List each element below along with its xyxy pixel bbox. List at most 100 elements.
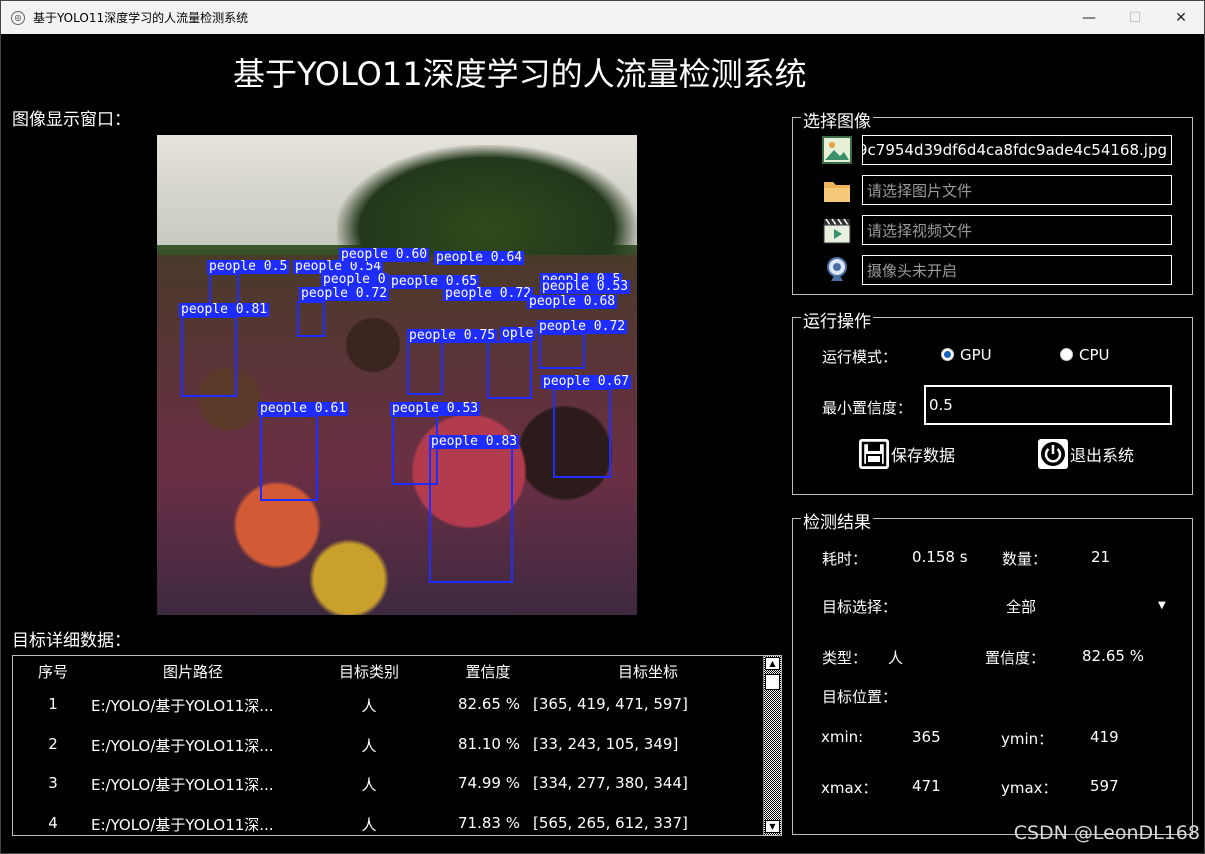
maximize-icon: ☐ bbox=[1128, 9, 1142, 26]
cell-coords: [365, 419, 471, 597] bbox=[533, 695, 688, 713]
cell-class: 人 bbox=[361, 776, 377, 794]
app-window: ◎ 基于YOLO11深度学习的人流量检测系统 — ☐ ✕ 基于YOLO11深度学… bbox=[0, 0, 1205, 854]
col-header-class[interactable]: 目标类别 bbox=[329, 661, 409, 682]
chevron-down-icon: ▼ bbox=[769, 822, 776, 831]
bbox bbox=[181, 316, 237, 397]
app-title: 基于YOLO11深度学习的人流量检测系统 bbox=[233, 55, 807, 93]
bbox bbox=[297, 301, 325, 337]
cell-conf: 82.65 % bbox=[458, 695, 520, 713]
min-conf-label: 最小置信度： bbox=[822, 399, 913, 417]
cell-index: 2 bbox=[48, 735, 58, 753]
save-data-label: 保存数据 bbox=[891, 446, 956, 465]
bbox bbox=[260, 415, 318, 501]
cell-index: 3 bbox=[48, 774, 58, 792]
gpu-label[interactable]: GPU bbox=[960, 346, 992, 364]
cell-class: 人 bbox=[361, 816, 377, 834]
save-data-button[interactable]: 保存数据 bbox=[859, 439, 955, 469]
close-icon: ✕ bbox=[1175, 9, 1187, 26]
bbox-label: people 0.81 bbox=[179, 302, 270, 317]
bbox-label: people 0.72 bbox=[537, 319, 628, 334]
time-value: 0.158 s bbox=[912, 548, 968, 566]
gpu-radio[interactable] bbox=[941, 348, 954, 361]
col-header-conf[interactable]: 置信度 bbox=[453, 661, 523, 682]
table-scrollbar[interactable]: ▲ ▼ bbox=[763, 656, 781, 835]
cell-path: E:/YOLO/基于YOLO11深... bbox=[91, 816, 274, 834]
ymin-value: 419 bbox=[1090, 728, 1119, 746]
window-title: 基于YOLO11深度学习的人流量检测系统 bbox=[33, 11, 249, 25]
run-mode-label: 运行模式： bbox=[822, 348, 898, 366]
cell-conf: 74.99 % bbox=[458, 774, 520, 792]
target-select-value[interactable]: 全部 bbox=[1006, 596, 1036, 617]
minimize-button[interactable]: — bbox=[1066, 1, 1112, 34]
min-conf-input[interactable]: 0.5 bbox=[924, 385, 1172, 425]
chevron-down-icon[interactable]: ▼ bbox=[1158, 600, 1166, 611]
bbox-label: people 0.5 bbox=[207, 259, 290, 274]
bbox bbox=[487, 341, 532, 399]
col-header-index[interactable]: 序号 bbox=[33, 661, 73, 682]
xmin-value: 365 bbox=[912, 728, 941, 746]
results-title: 检测结果 bbox=[801, 508, 873, 533]
bbox-label: people 0 bbox=[321, 272, 388, 287]
conf-label: 置信度： bbox=[985, 649, 1046, 667]
xmax-label: xmax： bbox=[821, 779, 878, 797]
video-file-input[interactable]: 请选择视频文件 bbox=[862, 215, 1172, 245]
bbox-label: ople bbox=[500, 326, 536, 341]
xmax-value: 471 bbox=[912, 777, 941, 795]
ymax-label: ymax： bbox=[1001, 779, 1058, 797]
bbox-label: people 0.75 bbox=[407, 328, 498, 343]
bbox-label: people 0.64 bbox=[434, 250, 525, 265]
position-label: 目标位置： bbox=[822, 688, 898, 706]
bbox-label: people 0.68 bbox=[527, 294, 618, 309]
col-header-coords[interactable]: 目标坐标 bbox=[603, 661, 693, 682]
cell-index: 1 bbox=[48, 695, 58, 713]
cell-path: E:/YOLO/基于YOLO11深... bbox=[91, 737, 274, 755]
video-icon[interactable] bbox=[822, 215, 852, 245]
save-icon bbox=[859, 439, 889, 469]
camera-icon[interactable] bbox=[822, 255, 852, 285]
folder-icon[interactable] bbox=[822, 175, 852, 205]
conf-value: 82.65 % bbox=[1082, 647, 1144, 665]
bbox bbox=[553, 388, 611, 478]
bbox-label: people 0.61 bbox=[258, 401, 349, 416]
bbox-label: people 0.72 bbox=[299, 286, 390, 301]
cell-conf: 81.10 % bbox=[458, 735, 520, 753]
minimize-icon: — bbox=[1082, 9, 1096, 26]
cell-coords: [33, 243, 105, 349] bbox=[533, 735, 679, 753]
bbox-label: people 0.53 bbox=[540, 279, 631, 294]
exit-system-button[interactable]: 退出系统 bbox=[1038, 439, 1134, 469]
detection-image: people 0.5 people 0.54 people 0.60 peopl… bbox=[157, 135, 637, 615]
scroll-up-button[interactable]: ▲ bbox=[765, 657, 780, 670]
image-icon[interactable] bbox=[822, 135, 852, 165]
cell-class: 人 bbox=[361, 737, 377, 755]
camera-status-field[interactable]: 摄像头未开启 bbox=[862, 255, 1172, 285]
title-bar[interactable]: ◎ 基于YOLO11深度学习的人流量检测系统 — ☐ ✕ bbox=[1, 1, 1204, 34]
maximize-button[interactable]: ☐ bbox=[1112, 1, 1158, 34]
table-label: 目标详细数据： bbox=[12, 631, 131, 651]
bbox bbox=[429, 447, 513, 583]
image-file-input[interactable]: 请选择图片文件 bbox=[862, 175, 1172, 205]
cell-path: E:/YOLO/基于YOLO11深... bbox=[91, 697, 274, 715]
cell-index: 4 bbox=[48, 814, 58, 832]
type-value: 人 bbox=[888, 649, 904, 667]
col-header-path[interactable]: 图片路径 bbox=[153, 661, 233, 682]
count-value: 21 bbox=[1091, 548, 1111, 566]
cpu-label[interactable]: CPU bbox=[1079, 346, 1110, 364]
ymax-value: 597 bbox=[1090, 777, 1119, 795]
cell-coords: [565, 265, 612, 337] bbox=[533, 814, 688, 832]
app-icon: ◎ bbox=[11, 10, 25, 25]
scroll-down-button[interactable]: ▼ bbox=[765, 820, 780, 833]
detail-table[interactable]: 序号 图片路径 目标类别 置信度 目标坐标 1 E:/YOLO/基于YOLO11… bbox=[12, 655, 782, 836]
image-path-field[interactable]: 69c7954d39df6d4ca8fdc9ade4c54168.jpg bbox=[862, 135, 1172, 165]
select-image-title: 选择图像 bbox=[801, 107, 873, 132]
power-icon bbox=[1038, 439, 1068, 469]
cell-coords: [334, 277, 380, 344] bbox=[533, 774, 688, 792]
bbox bbox=[407, 341, 443, 395]
cpu-radio[interactable] bbox=[1060, 348, 1073, 361]
close-button[interactable]: ✕ bbox=[1158, 1, 1204, 34]
bbox-label: people 0.67 bbox=[541, 374, 632, 389]
cell-class: 人 bbox=[361, 697, 377, 715]
bbox bbox=[539, 333, 585, 369]
time-label: 耗时： bbox=[822, 550, 868, 568]
scroll-thumb[interactable] bbox=[765, 674, 780, 690]
image-panel-label: 图像显示窗口： bbox=[12, 110, 131, 130]
